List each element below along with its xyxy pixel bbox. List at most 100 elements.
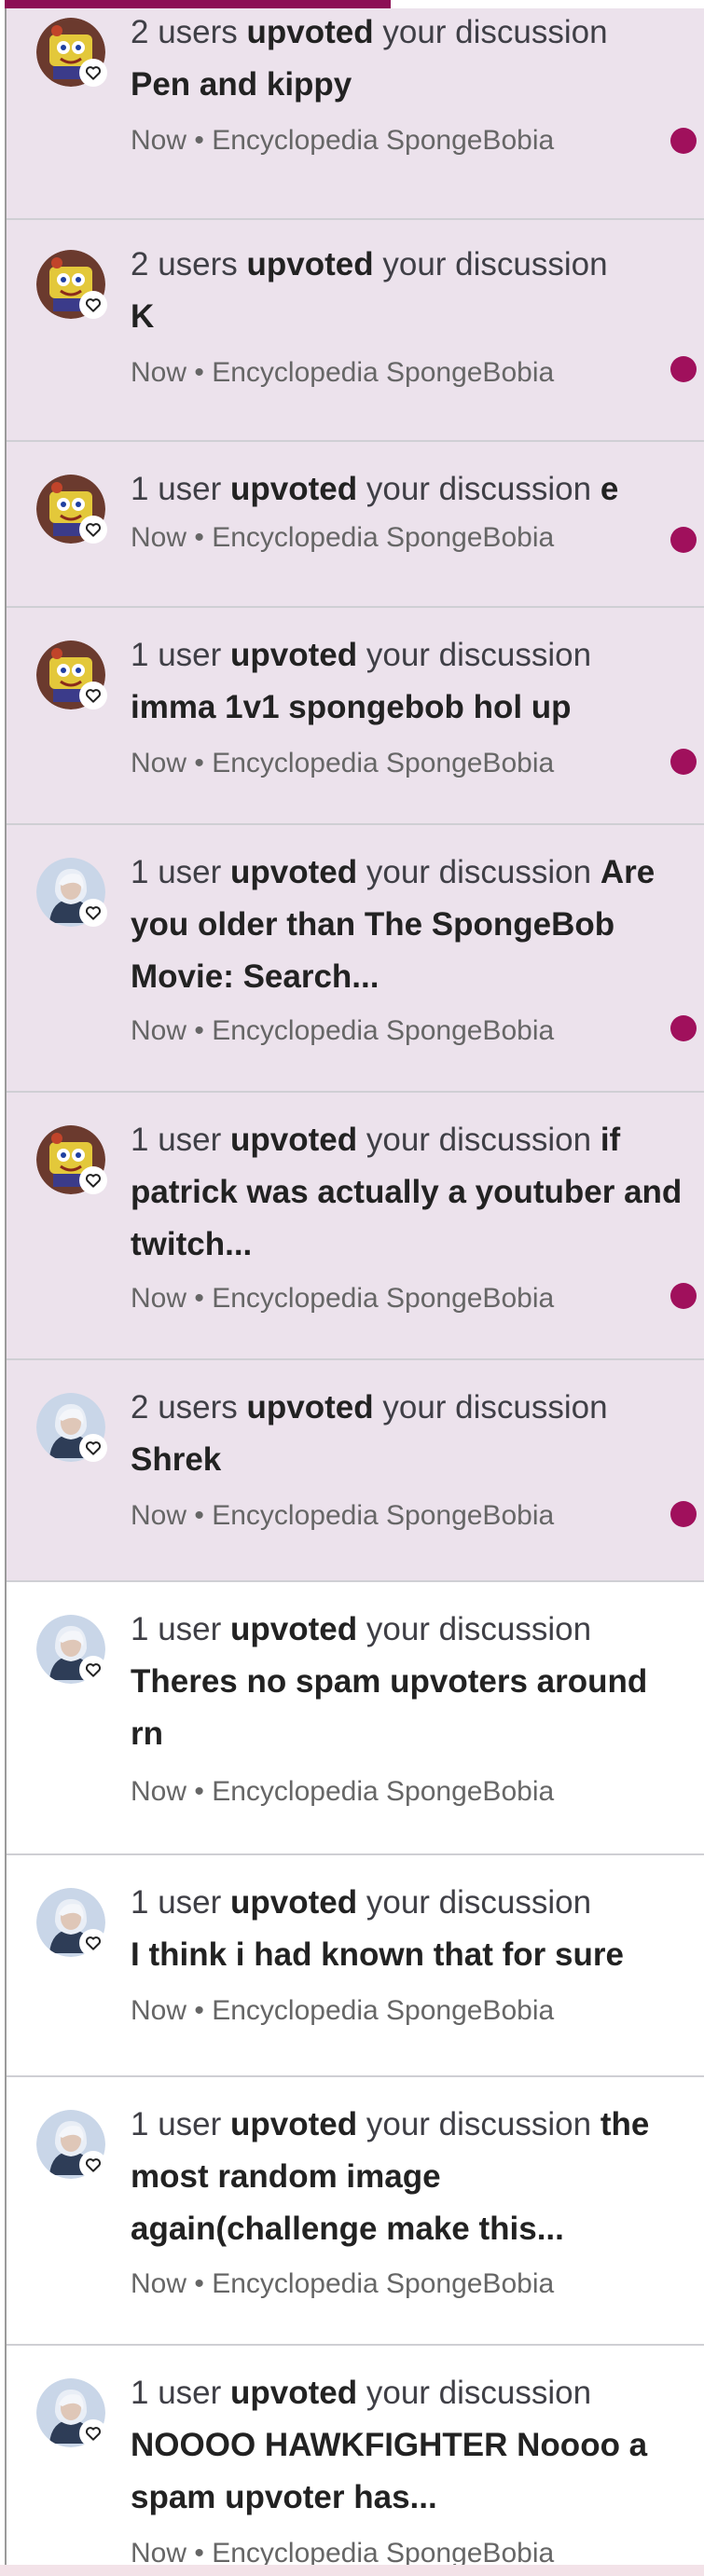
avatar[interactable] bbox=[36, 858, 107, 927]
notification-suffix: your discussion bbox=[382, 246, 608, 282]
community-name[interactable]: Encyclopedia SpongeBobia bbox=[212, 357, 554, 388]
notification-meta: Now • Encyclopedia SpongeBobia bbox=[131, 1497, 554, 1535]
meta-separator: • bbox=[194, 1015, 204, 1046]
upvote-action: upvoted bbox=[230, 471, 358, 507]
upvote-action: upvoted bbox=[230, 1611, 358, 1647]
community-name[interactable]: Encyclopedia SpongeBobia bbox=[212, 125, 554, 156]
notification-item[interactable]: 1 user upvoted your discussion e Now • En… bbox=[7, 442, 704, 608]
upvote-count: 1 user bbox=[131, 1122, 222, 1158]
unread-dot-icon[interactable] bbox=[670, 1501, 697, 1527]
notification-text: 1 user upvoted your discussion I think i … bbox=[131, 1877, 687, 1981]
upvote-action: upvoted bbox=[230, 1884, 358, 1921]
community-name[interactable]: Encyclopedia SpongeBobia bbox=[212, 2268, 554, 2299]
upvote-action: upvoted bbox=[230, 2106, 358, 2142]
avatar[interactable] bbox=[36, 1393, 107, 1462]
meta-separator: • bbox=[194, 522, 204, 553]
discussion-title[interactable]: Pen and kippy bbox=[131, 66, 352, 103]
notification-suffix: your discussion bbox=[366, 471, 592, 507]
notification-item[interactable]: 2 users upvoted your discussion K Now • En… bbox=[7, 220, 704, 442]
community-name[interactable]: Encyclopedia SpongeBobia bbox=[212, 748, 554, 778]
upvote-action: upvoted bbox=[230, 2375, 358, 2411]
notification-item[interactable]: 1 user upvoted your discussion I think i … bbox=[7, 1855, 704, 2077]
notification-meta: Now • Encyclopedia SpongeBobia bbox=[131, 1992, 554, 2030]
notification-meta: Now • Encyclopedia SpongeBobia bbox=[131, 122, 554, 159]
community-name[interactable]: Encyclopedia SpongeBobia bbox=[212, 1500, 554, 1531]
avatar[interactable] bbox=[36, 250, 107, 319]
unread-dot-icon[interactable] bbox=[670, 749, 697, 775]
notification-suffix: your discussion bbox=[366, 2106, 592, 2142]
notification-item[interactable]: 1 user upvoted your discussion Are you o… bbox=[7, 825, 704, 1093]
community-name[interactable]: Encyclopedia SpongeBobia bbox=[212, 1995, 554, 2026]
notification-suffix: your discussion bbox=[366, 1884, 592, 1921]
avatar[interactable] bbox=[36, 1125, 107, 1194]
avatar[interactable] bbox=[36, 1888, 107, 1957]
notification-item[interactable]: 1 user upvoted your discussion if patric… bbox=[7, 1093, 704, 1360]
discussion-title[interactable]: Shrek bbox=[131, 1441, 221, 1478]
upvote-count: 1 user bbox=[131, 1611, 222, 1647]
upvote-action: upvoted bbox=[246, 14, 374, 50]
upvote-action: upvoted bbox=[246, 1389, 374, 1426]
notification-time: Now bbox=[131, 1015, 187, 1046]
notification-time: Now bbox=[131, 1995, 187, 2026]
notification-meta: Now • Encyclopedia SpongeBobia bbox=[131, 354, 554, 392]
heart-icon bbox=[79, 59, 107, 87]
heart-icon bbox=[79, 2419, 107, 2447]
upvote-count: 1 user bbox=[131, 637, 222, 673]
discussion-title[interactable]: NOOOO HAWKFIGHTER Noooo a spam upvoter h… bbox=[131, 2427, 647, 2515]
avatar[interactable] bbox=[36, 1615, 107, 1684]
avatar[interactable] bbox=[36, 475, 107, 544]
discussion-title[interactable]: imma 1v1 spongebob hol up bbox=[131, 689, 572, 725]
community-name[interactable]: Encyclopedia SpongeBobia bbox=[212, 522, 554, 553]
avatar[interactable] bbox=[36, 2110, 107, 2179]
notification-time: Now bbox=[131, 2268, 187, 2299]
meta-separator: • bbox=[194, 125, 204, 156]
notification-item[interactable]: 2 users upvoted your discussion Pen and k… bbox=[7, 8, 704, 220]
bottom-strip bbox=[0, 2565, 704, 2576]
meta-separator: • bbox=[194, 2268, 204, 2299]
meta-separator: • bbox=[194, 748, 204, 778]
unread-dot-icon[interactable] bbox=[670, 128, 697, 154]
meta-separator: • bbox=[194, 1500, 204, 1531]
community-name[interactable]: Encyclopedia SpongeBobia bbox=[212, 1776, 554, 1807]
avatar[interactable] bbox=[36, 641, 107, 709]
notification-item[interactable]: 1 user upvoted your discussion imma 1v1 s… bbox=[7, 608, 704, 825]
notification-suffix: your discussion bbox=[366, 854, 592, 890]
avatar[interactable] bbox=[36, 18, 107, 87]
avatar[interactable] bbox=[36, 2378, 107, 2447]
discussion-title[interactable]: K bbox=[131, 298, 154, 335]
notification-text: 2 users upvoted your discussion Shrek bbox=[131, 1382, 687, 1486]
notification-item[interactable]: 1 user upvoted your discussion NOOOO HAW… bbox=[7, 2346, 704, 2576]
upvote-count: 1 user bbox=[131, 2106, 222, 2142]
notification-text: 2 users upvoted your discussion K bbox=[131, 239, 687, 343]
heart-icon bbox=[79, 291, 107, 319]
notification-meta: Now • Encyclopedia SpongeBobia bbox=[131, 519, 554, 557]
community-name[interactable]: Encyclopedia SpongeBobia bbox=[212, 1015, 554, 1046]
heart-icon bbox=[79, 1929, 107, 1957]
notification-time: Now bbox=[131, 1500, 187, 1531]
heart-icon bbox=[79, 1434, 107, 1462]
discussion-title[interactable]: Theres no spam upvoters around rn bbox=[131, 1663, 647, 1752]
discussion-title[interactable]: I think i had known that for sure bbox=[131, 1936, 624, 1973]
community-name[interactable]: Encyclopedia SpongeBobia bbox=[212, 1283, 554, 1314]
heart-icon bbox=[79, 2151, 107, 2179]
upvote-count: 1 user bbox=[131, 2375, 222, 2411]
notification-text: 1 user upvoted your discussion imma 1v1 s… bbox=[131, 629, 687, 734]
discussion-title[interactable]: e bbox=[600, 471, 618, 507]
meta-separator: • bbox=[194, 1283, 204, 1314]
notification-item[interactable]: 2 users upvoted your discussion Shrek Now … bbox=[7, 1360, 704, 1582]
notification-suffix: your discussion bbox=[382, 1389, 608, 1426]
upvote-count: 2 users bbox=[131, 246, 238, 282]
notification-time: Now bbox=[131, 125, 187, 156]
unread-dot-icon[interactable] bbox=[670, 1015, 697, 1041]
notification-time: Now bbox=[131, 522, 187, 553]
notification-item[interactable]: 1 user upvoted your discussion Theres no … bbox=[7, 1582, 704, 1855]
upvote-action: upvoted bbox=[230, 637, 358, 673]
unread-dot-icon[interactable] bbox=[670, 356, 697, 382]
unread-dot-icon[interactable] bbox=[670, 1283, 697, 1309]
unread-dot-icon[interactable] bbox=[670, 527, 697, 553]
heart-icon bbox=[79, 899, 107, 927]
notification-text: 1 user upvoted your discussion if patric… bbox=[131, 1114, 687, 1271]
notification-time: Now bbox=[131, 1283, 187, 1314]
notification-suffix: your discussion bbox=[366, 1611, 592, 1647]
notification-item[interactable]: 1 user upvoted your discussion the most … bbox=[7, 2077, 704, 2346]
